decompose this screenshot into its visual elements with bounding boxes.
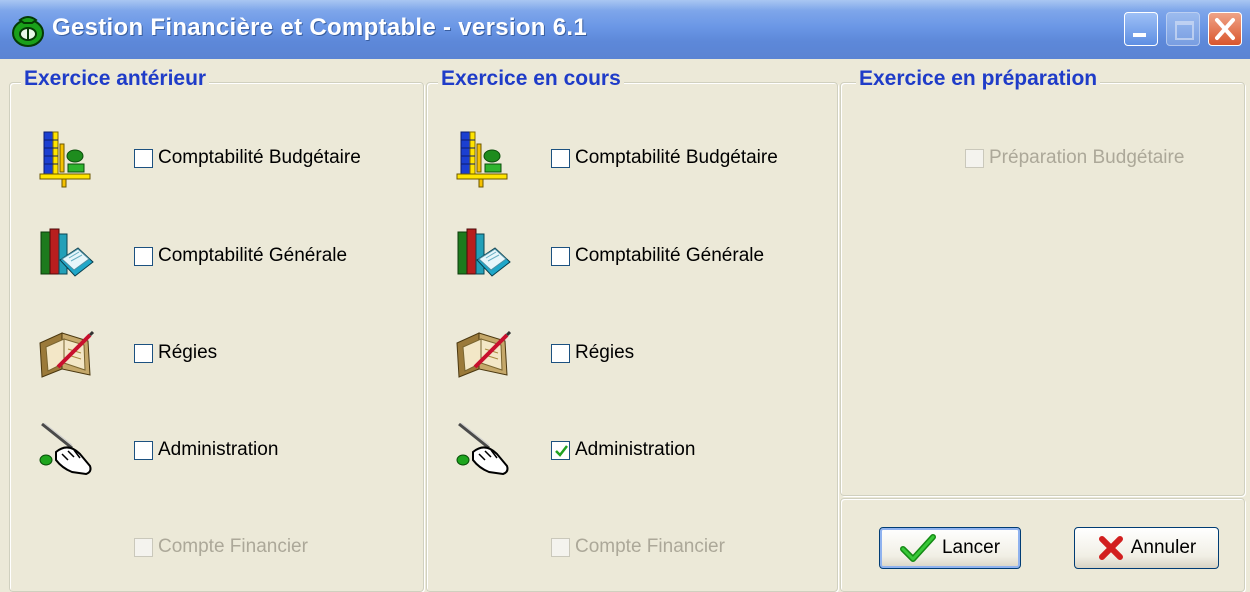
checkbox-label: Administration	[158, 439, 279, 460]
checkbox-label: Compte Financier	[575, 536, 725, 557]
checkbox-label: Comptabilité Budgétaire	[575, 147, 778, 168]
checkbox-box[interactable]	[134, 343, 153, 363]
budget-scale-icon	[456, 131, 508, 188]
checkbox-label: Comptabilité Générale	[575, 245, 765, 266]
title-bar[interactable]: Gestion Financière et Comptable - versio…	[0, 0, 1250, 59]
checkbox-regies-en-cours[interactable]: Régies	[551, 342, 634, 364]
maximize-icon	[1166, 12, 1200, 46]
checkbox-label: Régies	[575, 342, 635, 363]
checkbox-box[interactable]	[551, 440, 570, 460]
checkbox-comptabilite-generale-en-cours[interactable]: Comptabilité Générale	[551, 245, 764, 267]
money-bag-icon	[12, 16, 44, 47]
checkbox-comptabilite-generale-anterieur[interactable]: Comptabilité Générale	[134, 245, 347, 267]
cancel-button-label: Annuler	[1130, 537, 1197, 558]
checkbox-box[interactable]	[134, 440, 153, 460]
checkbox-administration-en-cours[interactable]: Administration	[551, 439, 695, 461]
close-icon[interactable]	[1208, 12, 1242, 46]
panel-legend-preparation: Exercice en préparation	[856, 67, 1101, 91]
checkbox-box	[965, 148, 984, 168]
checkbox-administration-anterieur[interactable]: Administration	[134, 439, 278, 461]
checkbox-comptabilite-budgetaire-anterieur[interactable]: Comptabilité Budgétaire	[134, 147, 361, 169]
checkbox-box[interactable]	[551, 343, 570, 363]
checkbox-label: Préparation Budgétaire	[989, 147, 1185, 168]
ledger-pen-icon	[455, 330, 511, 379]
checkbox-box[interactable]	[551, 148, 570, 168]
checkbox-box	[134, 537, 153, 557]
checkmark-icon	[899, 534, 936, 562]
checkbox-compte-financier-anterieur: Compte Financier	[134, 536, 308, 558]
launch-button-label: Lancer	[941, 537, 1001, 558]
panel-exercice-en-preparation	[840, 82, 1245, 496]
books-icon	[457, 228, 511, 277]
x-icon	[1098, 536, 1123, 560]
budget-scale-icon	[39, 131, 91, 188]
checkbox-box	[551, 537, 570, 557]
books-icon	[40, 228, 94, 277]
checkmark-icon	[554, 444, 569, 456]
checkbox-comptabilite-budgetaire-en-cours[interactable]: Comptabilité Budgétaire	[551, 147, 778, 169]
checkbox-label: Comptabilité Budgétaire	[158, 147, 361, 168]
window-title: Gestion Financière et Comptable - versio…	[52, 14, 587, 41]
minimize-icon[interactable]	[1124, 12, 1158, 46]
hand-wand-icon	[455, 421, 509, 476]
checkbox-label: Régies	[158, 342, 218, 363]
cancel-button[interactable]: Annuler	[1074, 527, 1219, 569]
checkbox-box[interactable]	[134, 148, 153, 168]
ledger-pen-icon	[38, 330, 94, 379]
checkbox-compte-financier-en-cours: Compte Financier	[551, 536, 725, 558]
checkbox-label: Administration	[575, 439, 696, 460]
panel-legend-en-cours: Exercice en cours	[438, 67, 624, 91]
launch-button[interactable]: Lancer	[879, 527, 1021, 569]
checkbox-label: Compte Financier	[158, 536, 308, 557]
checkbox-preparation-budgetaire: Préparation Budgétaire	[965, 147, 1184, 169]
hand-wand-icon	[38, 421, 92, 476]
checkbox-label: Comptabilité Générale	[158, 245, 348, 266]
panel-legend-anterieur: Exercice antérieur	[21, 67, 210, 91]
checkbox-regies-anterieur[interactable]: Régies	[134, 342, 217, 364]
checkbox-box[interactable]	[551, 246, 570, 266]
checkbox-box[interactable]	[134, 246, 153, 266]
